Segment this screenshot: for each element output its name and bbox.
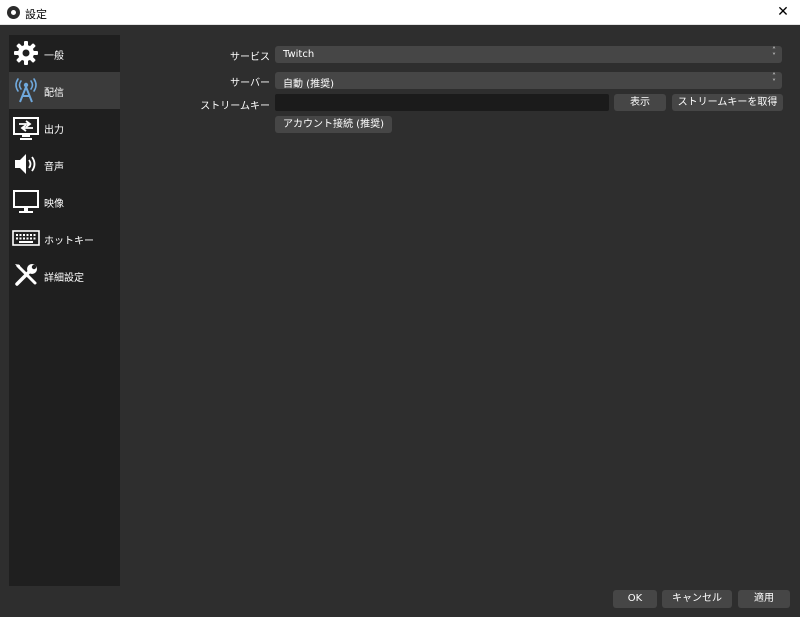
title-bar: 設定 ✕ bbox=[0, 0, 800, 25]
server-select-value: 自動 (推奨) bbox=[283, 79, 334, 90]
tools-icon bbox=[15, 264, 37, 286]
close-button[interactable]: ✕ bbox=[766, 0, 800, 25]
sidebar-item-video[interactable]: 映像 bbox=[9, 183, 120, 220]
output-monitor-icon bbox=[13, 117, 39, 140]
sidebar-item-output[interactable]: 出力 bbox=[9, 109, 120, 146]
select-arrows-icon: ˄ ˅ bbox=[772, 72, 776, 87]
sidebar-item-hotkeys[interactable]: ホットキー bbox=[9, 220, 120, 257]
connect-account-button[interactable]: アカウント接続 (推奨) bbox=[275, 116, 392, 133]
stream-key-label: ストリームキー bbox=[200, 101, 270, 112]
select-arrows-icon: ˄ ˅ bbox=[772, 46, 776, 61]
obs-logo-icon bbox=[7, 6, 20, 19]
sidebar-item-label: 配信 bbox=[44, 88, 64, 99]
settings-client-area: 一般 配信 出力 音声 映像 ホットキー 詳細設定 サービス Twitch ˄ … bbox=[0, 25, 800, 617]
sidebar-item-label: 出力 bbox=[44, 125, 64, 136]
sidebar-item-label: 映像 bbox=[44, 199, 64, 210]
sidebar-item-stream[interactable]: 配信 bbox=[9, 72, 120, 109]
service-select-value: Twitch bbox=[283, 49, 315, 60]
settings-sidebar: 一般 配信 出力 音声 映像 ホットキー 詳細設定 bbox=[9, 35, 120, 586]
get-stream-key-button[interactable]: ストリームキーを取得 bbox=[672, 94, 783, 111]
server-label: サーバー bbox=[230, 78, 270, 89]
ok-button[interactable]: OK bbox=[613, 590, 657, 608]
sidebar-item-audio[interactable]: 音声 bbox=[9, 146, 120, 183]
sidebar-item-label: ホットキー bbox=[44, 236, 94, 247]
cancel-button[interactable]: キャンセル bbox=[662, 590, 732, 608]
window-title: 設定 bbox=[25, 8, 47, 21]
apply-button[interactable]: 適用 bbox=[738, 590, 790, 608]
service-select[interactable]: Twitch ˄ ˅ bbox=[275, 46, 782, 63]
show-key-button[interactable]: 表示 bbox=[614, 94, 666, 111]
service-label: サービス bbox=[230, 52, 270, 63]
monitor-icon bbox=[13, 190, 39, 213]
sidebar-item-general[interactable]: 一般 bbox=[9, 35, 120, 72]
server-select[interactable]: 自動 (推奨) ˄ ˅ bbox=[275, 72, 782, 90]
sidebar-item-label: 詳細設定 bbox=[44, 273, 84, 284]
sidebar-item-label: 一般 bbox=[44, 51, 64, 62]
broadcast-antenna-icon bbox=[15, 78, 37, 103]
sidebar-item-advanced[interactable]: 詳細設定 bbox=[9, 257, 120, 294]
gear-icon bbox=[14, 41, 38, 65]
speaker-icon bbox=[15, 154, 36, 174]
sidebar-item-label: 音声 bbox=[44, 162, 64, 173]
keyboard-icon bbox=[12, 230, 40, 246]
stream-key-input[interactable] bbox=[275, 94, 609, 111]
